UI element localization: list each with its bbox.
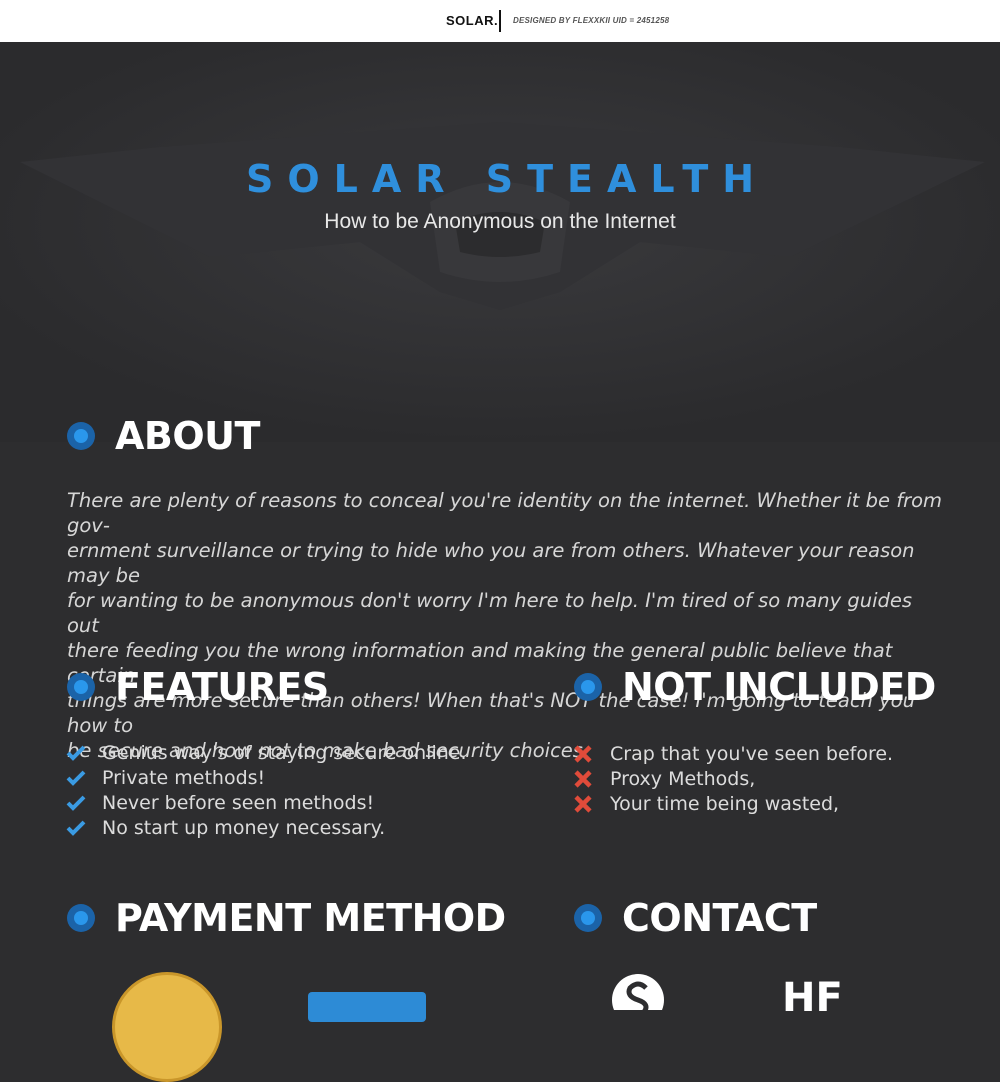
hackforums-logo[interactable]: HF bbox=[782, 975, 843, 1021]
about-line: There are plenty of reasons to conceal y… bbox=[67, 489, 943, 537]
payment-section-header: PAYMENT METHOD bbox=[67, 896, 506, 940]
features-list: Genius way's of staying secure online. P… bbox=[66, 740, 467, 840]
contact-section-header: CONTACT bbox=[574, 896, 817, 940]
not-included-section-header: NOT INCLUDED bbox=[574, 665, 936, 709]
about-paragraph: There are plenty of reasons to conceal y… bbox=[67, 488, 947, 763]
payment-heading: PAYMENT METHOD bbox=[115, 896, 506, 940]
feature-text: Never before seen methods! bbox=[102, 791, 375, 814]
list-item: Proxy Methods, bbox=[574, 766, 893, 791]
feature-text: Private methods! bbox=[102, 766, 266, 789]
bullet-dot-icon bbox=[67, 673, 95, 701]
list-item: Genius way's of staying secure online. bbox=[66, 740, 467, 765]
cross-icon bbox=[574, 794, 610, 813]
about-section-header: ABOUT bbox=[67, 414, 260, 458]
list-item: Crap that you've seen before. bbox=[574, 741, 893, 766]
not-included-text: Proxy Methods, bbox=[610, 767, 756, 790]
list-item: Never before seen methods! bbox=[66, 790, 467, 815]
check-icon bbox=[66, 745, 102, 761]
feature-text: No start up money necessary. bbox=[102, 816, 386, 839]
payment-button[interactable] bbox=[308, 992, 426, 1022]
features-heading: FEATURES bbox=[115, 665, 329, 709]
check-icon bbox=[66, 820, 102, 836]
not-included-heading: NOT INCLUDED bbox=[622, 665, 936, 709]
bullet-dot-icon bbox=[67, 422, 95, 450]
stealth-bomber-image bbox=[0, 42, 1000, 442]
hero-subtitle: How to be Anonymous on the Internet bbox=[324, 210, 676, 233]
bullet-dot-icon bbox=[574, 673, 602, 701]
designer-credit: DESIGNED BY FLEXXKII UID = 2451258 bbox=[513, 16, 670, 25]
top-bar: SOLAR. DESIGNED BY FLEXXKII UID = 245125… bbox=[0, 0, 1000, 43]
about-line: ernment surveillance or trying to hide w… bbox=[67, 539, 915, 587]
not-included-text: Your time being wasted, bbox=[610, 792, 840, 815]
not-included-list: Crap that you've seen before. Proxy Meth… bbox=[574, 741, 893, 816]
list-item: No start up money necessary. bbox=[66, 815, 467, 840]
hero-title: SOLAR STEALTH bbox=[245, 157, 769, 201]
contact-heading: CONTACT bbox=[622, 896, 817, 940]
skype-icon[interactable] bbox=[608, 970, 668, 1010]
check-icon bbox=[66, 795, 102, 811]
bullet-dot-icon bbox=[574, 904, 602, 932]
brand-logo[interactable]: SOLAR. bbox=[446, 13, 498, 28]
features-section-header: FEATURES bbox=[67, 665, 329, 709]
bullet-dot-icon bbox=[67, 904, 95, 932]
cross-icon bbox=[574, 744, 610, 763]
coin-icon[interactable] bbox=[112, 972, 222, 1082]
list-item: Your time being wasted, bbox=[574, 791, 893, 816]
cross-icon bbox=[574, 769, 610, 788]
check-icon bbox=[66, 770, 102, 786]
hero-banner: SOLAR STEALTH How to be Anonymous on the… bbox=[0, 42, 1000, 442]
topbar-divider bbox=[499, 10, 501, 32]
about-heading: ABOUT bbox=[115, 414, 260, 458]
list-item: Private methods! bbox=[66, 765, 467, 790]
about-line: for wanting to be anonymous don't worry … bbox=[67, 589, 913, 637]
not-included-text: Crap that you've seen before. bbox=[610, 742, 894, 765]
feature-text: Genius way's of staying secure online. bbox=[102, 741, 467, 764]
